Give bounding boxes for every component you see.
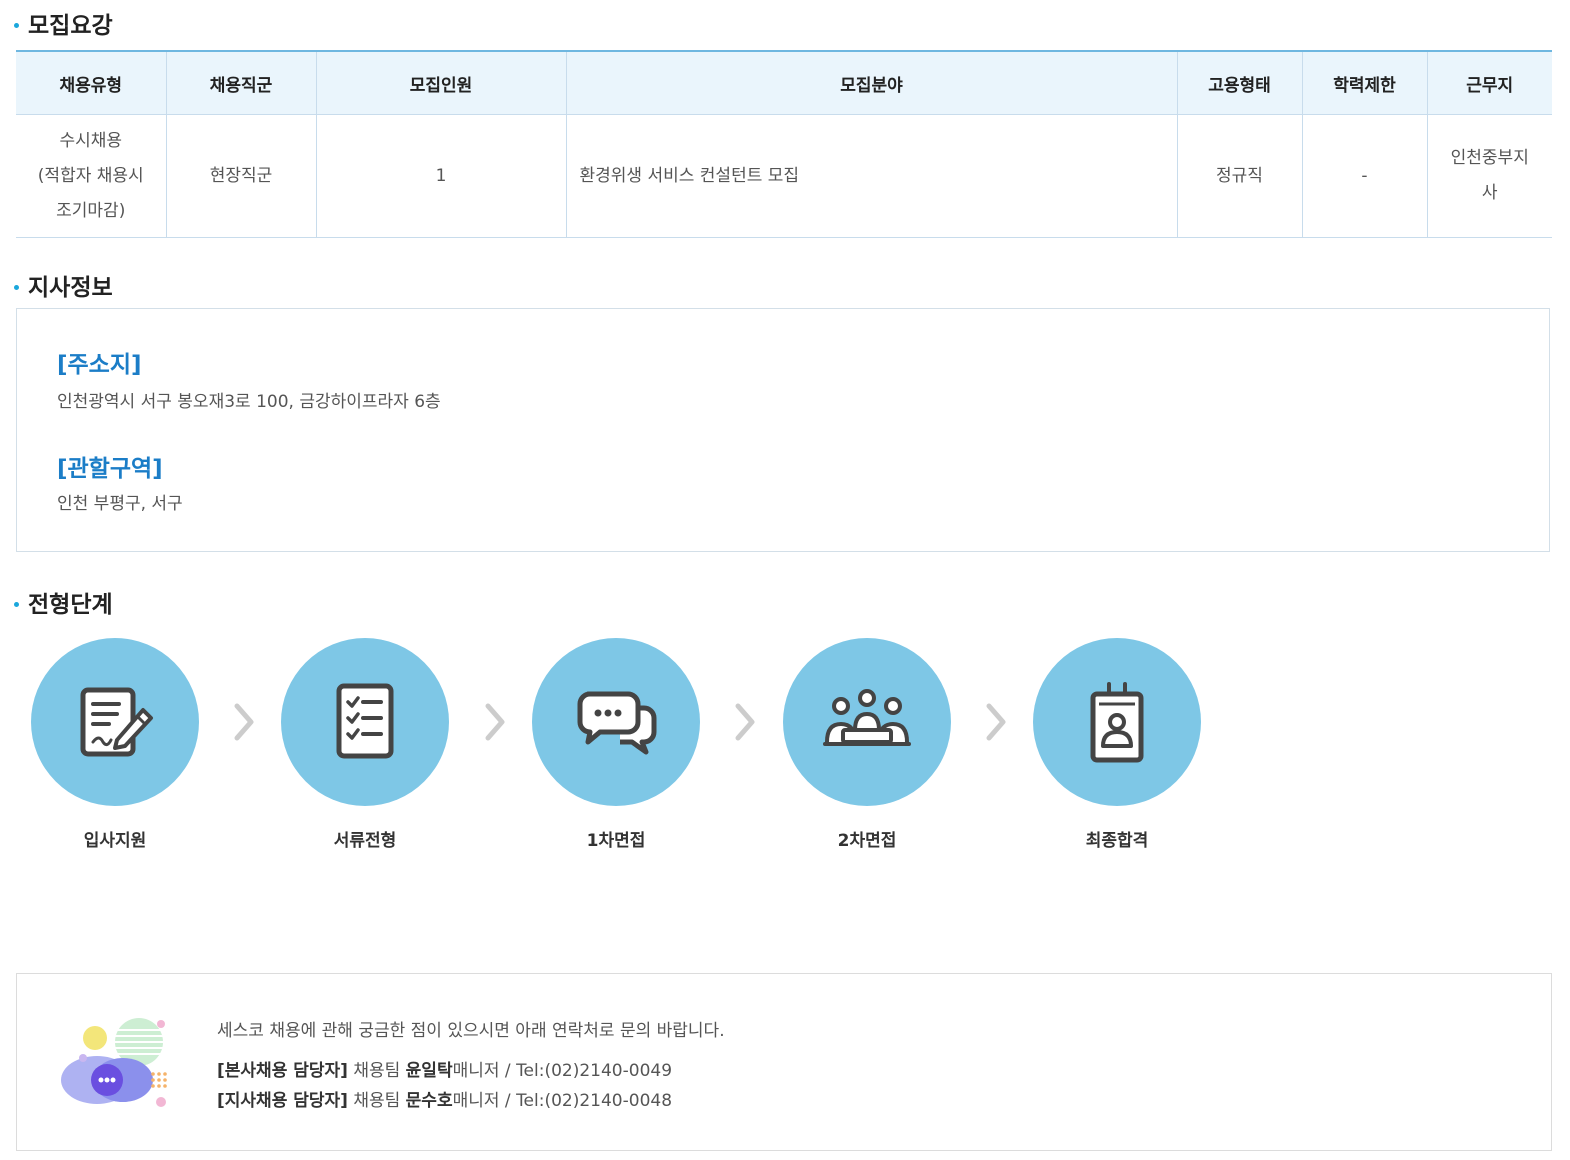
cell-hire-type: 수시채용 (적합자 채용시 조기마감): [16, 114, 167, 238]
step-application: 입사지원: [31, 638, 199, 851]
header-education: 학력제한: [1302, 51, 1428, 115]
step-circle: [783, 638, 951, 806]
header-location: 근무지: [1427, 51, 1552, 115]
hq-team: 채용팀: [353, 1061, 401, 1081]
hq-name: 윤일탁: [405, 1061, 453, 1081]
chevron-right-icon: [986, 703, 1006, 741]
recruit-section-title: 모집요강: [14, 6, 113, 40]
table-row: 수시채용 (적합자 채용시 조기마감) 현장직군 1 환경위생 서비스 컨설턴트…: [16, 114, 1552, 238]
chevron-right-icon: [735, 703, 755, 741]
cell-location: 인천중부지 사: [1427, 114, 1552, 238]
bullet-icon: [14, 284, 19, 290]
step-label: 서류전형: [333, 831, 397, 851]
cell-headcount: 1: [316, 114, 567, 238]
hq-label: [본사채용 담당자]: [217, 1061, 348, 1081]
area-text: 인천 부평구, 서구: [57, 494, 183, 514]
hq-tel: Tel:(02)2140-0049: [516, 1061, 673, 1081]
cell-employment-type: 정규직: [1177, 114, 1303, 238]
bullet-icon: [14, 601, 19, 607]
bullet-icon: [14, 22, 19, 28]
header-job-group: 채용직군: [166, 51, 317, 115]
hq-title: 매니저: [452, 1061, 500, 1081]
branch-info-box: [주소지] 인천광역시 서구 봉오재3로 100, 금강하이프라자 6층 [관할…: [16, 308, 1550, 552]
branch-title-text: 지사정보: [28, 275, 113, 301]
step-label: 최종합격: [1085, 831, 1149, 851]
branch-contact-name: 문수호: [405, 1091, 453, 1111]
header-field: 모집분야: [566, 51, 1178, 115]
chevron-right-icon: [234, 703, 254, 741]
process-section-title: 전형단계: [14, 585, 113, 619]
header-headcount: 모집인원: [316, 51, 567, 115]
step-second-interview: 2차면접: [783, 638, 951, 851]
branch-contact-label: [지사채용 담당자]: [217, 1091, 348, 1111]
cell-education: -: [1302, 114, 1428, 238]
branch-section-title: 지사정보: [14, 268, 113, 302]
chevron-right-icon: [485, 703, 505, 741]
table-header-row: 채용유형 채용직군 모집인원 모집분야 고용형태 학력제한 근무지: [16, 51, 1552, 115]
contact-branch: [지사채용 담당자] 채용팀 문수호매니저 / Tel:(02)2140-004…: [217, 1091, 673, 1111]
contact-intro: 세스코 채용에 관해 궁금한 점이 있으시면 아래 연락처로 문의 바랍니다.: [217, 1021, 725, 1041]
branch-contact-title: 매니저: [452, 1091, 500, 1111]
step-final-pass: 최종합격: [1033, 638, 1201, 851]
step-circle: [532, 638, 700, 806]
cell-job-group: 현장직군: [166, 114, 317, 238]
checklist-icon: [336, 683, 394, 759]
step-circle: [1033, 638, 1201, 806]
process-title-text: 전형단계: [28, 592, 113, 618]
header-hire-type: 채용유형: [16, 51, 167, 115]
step-label: 2차면접: [837, 831, 897, 851]
group-interview-icon: [823, 689, 911, 746]
cell-field: 환경위생 서비스 컨설턴트 모집: [566, 114, 1178, 238]
address-text: 인천광역시 서구 봉오재3로 100, 금강하이프라자 6층: [57, 392, 441, 412]
chat-bubbles-icon: [577, 691, 657, 755]
step-first-interview: 1차면접: [532, 638, 700, 851]
branch-contact-tel: Tel:(02)2140-0048: [516, 1091, 673, 1111]
contact-box: 세스코 채용에 관해 궁금한 점이 있으시면 아래 연락처로 문의 바랍니다. …: [16, 973, 1552, 1151]
step-label: 입사지원: [83, 831, 147, 851]
branch-contact-team: 채용팀: [353, 1091, 401, 1111]
chat-illustration-icon: [61, 1018, 167, 1107]
application-form-icon: [80, 687, 153, 757]
recruit-table: 채용유형 채용직군 모집인원 모집분야 고용형태 학력제한 근무지 수시채용 (…: [16, 50, 1552, 238]
step-label: 1차면접: [586, 831, 646, 851]
address-heading: [주소지]: [57, 352, 142, 378]
header-employment-type: 고용형태: [1177, 51, 1303, 115]
area-heading: [관할구역]: [57, 456, 163, 482]
step-document-screening: 서류전형: [281, 638, 449, 851]
step-circle: [281, 638, 449, 806]
step-circle: [31, 638, 199, 806]
recruit-title-text: 모집요강: [28, 13, 113, 39]
contact-hq: [본사채용 담당자] 채용팀 윤일탁매니저 / Tel:(02)2140-004…: [217, 1061, 673, 1081]
id-badge-icon: [1090, 682, 1144, 763]
